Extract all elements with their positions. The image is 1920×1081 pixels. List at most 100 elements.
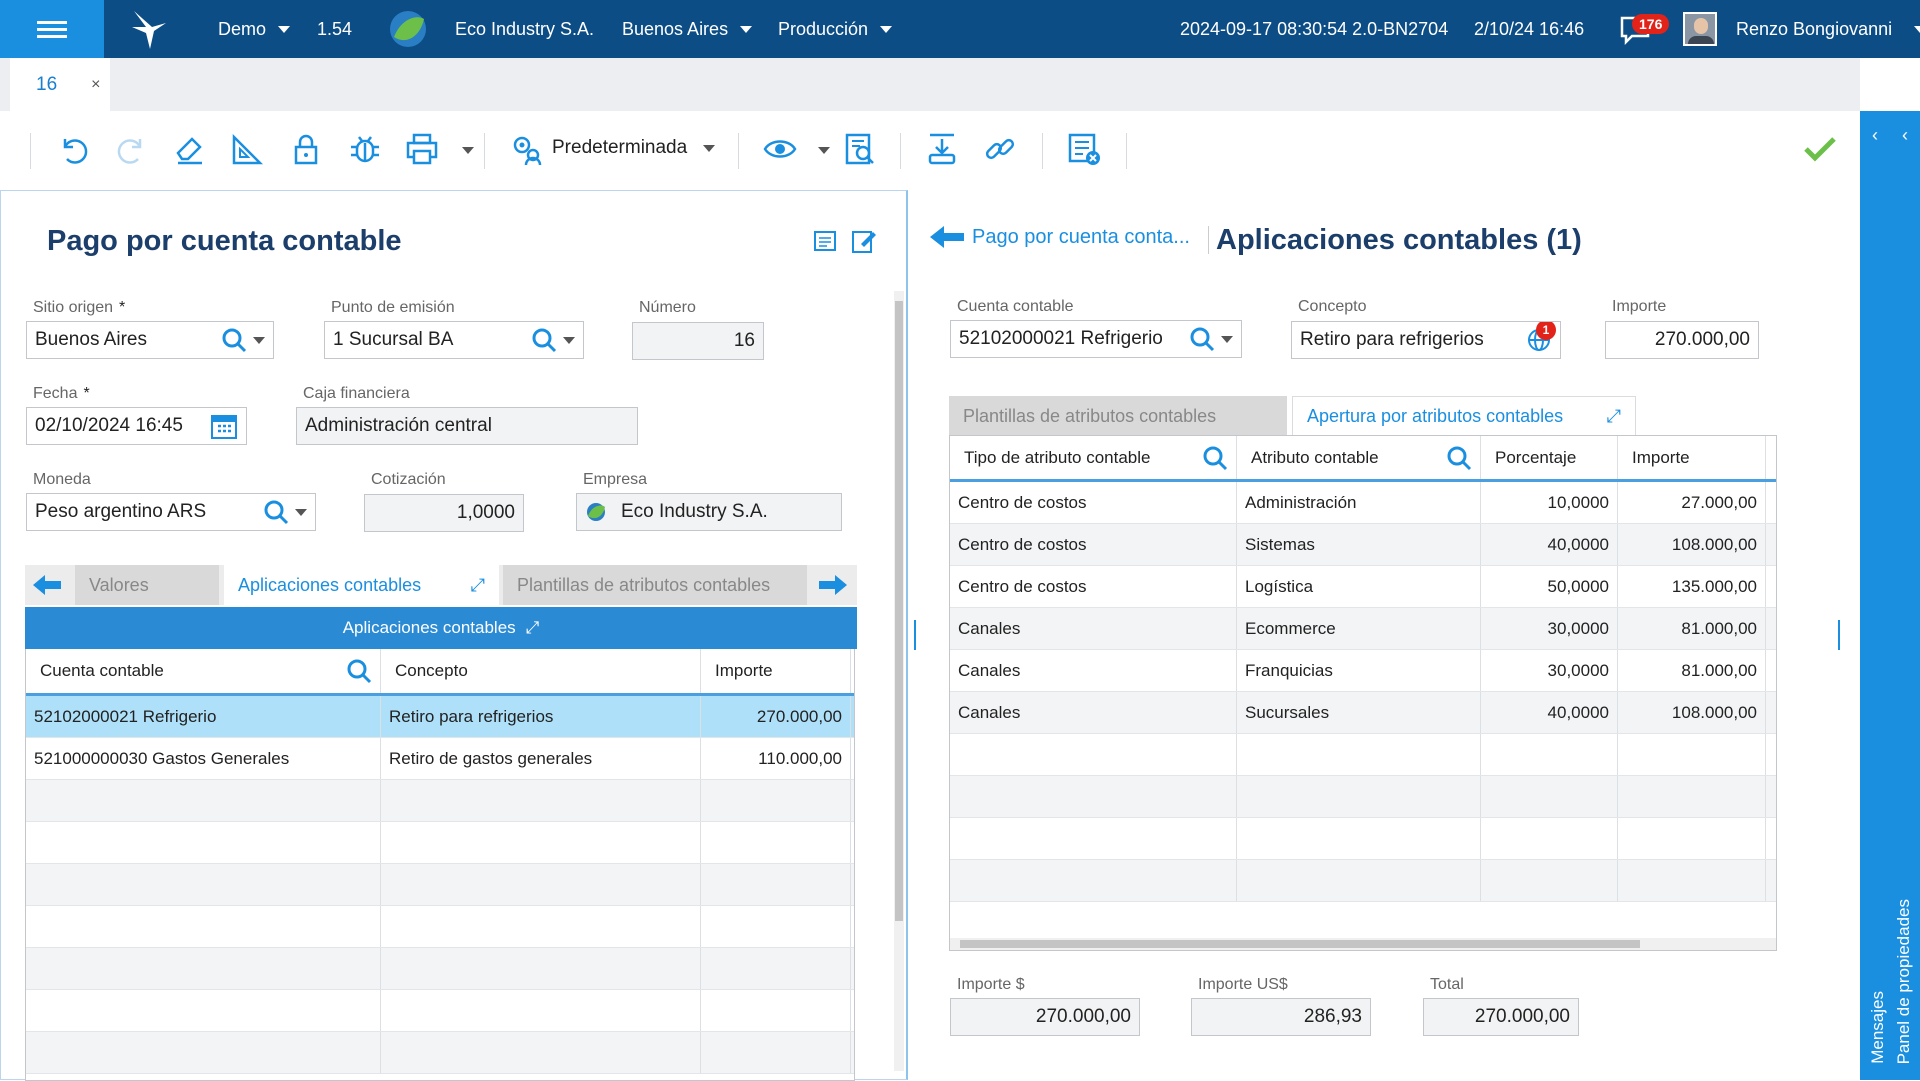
notifications-button[interactable]: 176 bbox=[1618, 0, 1670, 58]
empty-row bbox=[26, 864, 854, 906]
cell-porcentaje: 10,0000 bbox=[1481, 482, 1618, 523]
column-header-importe[interactable]: Importe bbox=[701, 649, 851, 693]
city-selector[interactable]: Buenos Aires bbox=[622, 0, 753, 58]
env-selector[interactable]: Demo bbox=[218, 0, 291, 58]
scrollbar-thumb[interactable] bbox=[960, 940, 1640, 948]
concepto-field[interactable]: Retiro para refrigerios 1 bbox=[1291, 321, 1561, 359]
empty-row bbox=[26, 1032, 854, 1074]
cell-concepto: Retiro de gastos generales bbox=[381, 738, 701, 779]
chevron-down-icon bbox=[740, 25, 753, 33]
checkmark-icon[interactable] bbox=[1800, 129, 1840, 169]
sidebar-toggle[interactable]: ‹ ‹ bbox=[1860, 111, 1920, 159]
cell-porcentaje: 40,0000 bbox=[1481, 524, 1618, 565]
scrollbar[interactable] bbox=[894, 291, 904, 1071]
hamburger-menu-button[interactable] bbox=[0, 0, 104, 58]
calendar-icon[interactable] bbox=[210, 412, 238, 440]
company-selector[interactable]: Eco Industry S.A. bbox=[455, 0, 594, 58]
table-row[interactable]: 52102000021 Refrigerio Retiro para refri… bbox=[26, 696, 854, 738]
moneda-field[interactable]: Peso argentino ARS bbox=[26, 493, 316, 531]
eye-icon[interactable] bbox=[760, 129, 800, 169]
scrollbar-thumb[interactable] bbox=[895, 301, 903, 921]
edit-form-icon[interactable] bbox=[813, 228, 839, 259]
column-header-concepto[interactable]: Concepto bbox=[381, 649, 701, 693]
tab-plantillas-atributos[interactable]: Plantillas de atributos contables bbox=[949, 396, 1287, 436]
undo-icon[interactable] bbox=[53, 129, 93, 169]
tab-plantillas-atributos[interactable]: Plantillas de atributos contables bbox=[503, 565, 807, 605]
column-header-porcentaje[interactable]: Porcentaje bbox=[1481, 436, 1618, 479]
expand-icon[interactable]: ⤢ bbox=[1607, 406, 1621, 427]
search-icon[interactable] bbox=[1446, 445, 1472, 471]
chevron-down-icon[interactable] bbox=[1221, 335, 1233, 343]
splitter-handle[interactable] bbox=[1838, 620, 1840, 650]
app-logo-icon[interactable] bbox=[130, 0, 170, 58]
tab-valores[interactable]: Valores bbox=[75, 565, 219, 605]
table-row[interactable]: Canales Ecommerce 30,0000 81.000,00 bbox=[950, 608, 1776, 650]
chevron-left-icon[interactable]: ‹ bbox=[1872, 125, 1878, 146]
punto-emision-field[interactable]: 1 Sucursal BA bbox=[324, 321, 584, 359]
expand-icon[interactable]: ⤢ bbox=[471, 575, 485, 596]
properties-sidebar[interactable]: Mensajes Panel de propiedades bbox=[1860, 111, 1920, 1080]
column-header-cuenta[interactable]: Cuenta contable bbox=[26, 649, 381, 693]
view-selector[interactable]: Predeterminada bbox=[552, 137, 716, 159]
ruler-icon[interactable] bbox=[228, 129, 268, 169]
search-icon[interactable] bbox=[221, 327, 247, 353]
lock-icon[interactable] bbox=[286, 129, 326, 169]
clear-list-icon[interactable] bbox=[1064, 129, 1104, 169]
back-link[interactable]: Pago por cuenta conta... bbox=[928, 224, 1190, 250]
eraser-icon[interactable] bbox=[170, 129, 210, 169]
search-icon[interactable] bbox=[1189, 326, 1215, 352]
build-info: 2024-09-17 08:30:54 2.0-BN2704 bbox=[1180, 18, 1449, 39]
table-row[interactable]: Centro de costos Administración 10,0000 27.… bbox=[950, 482, 1776, 524]
expand-icon[interactable]: ⤢ bbox=[526, 618, 540, 638]
chevron-down-icon[interactable] bbox=[295, 508, 307, 516]
caja-financiera-label: Caja financiera bbox=[303, 385, 410, 402]
chevron-down-icon[interactable] bbox=[462, 147, 474, 154]
tab-document-16[interactable]: 16 × bbox=[10, 58, 110, 111]
column-header-tipo-atributo[interactable]: Tipo de atributo contable bbox=[950, 436, 1237, 479]
tab-apertura-atributos[interactable]: Apertura por atributos contables ⤢ bbox=[1292, 396, 1636, 436]
fecha-field[interactable]: 02/10/2024 16:45 bbox=[26, 407, 247, 445]
download-icon[interactable] bbox=[922, 129, 962, 169]
chevron-left-icon[interactable]: ‹ bbox=[1902, 125, 1908, 146]
search-icon[interactable] bbox=[531, 327, 557, 353]
panel-propiedades-tab[interactable]: Panel de propiedades bbox=[1894, 899, 1914, 1064]
close-icon[interactable]: × bbox=[91, 76, 100, 94]
link-icon[interactable] bbox=[980, 129, 1020, 169]
search-icon[interactable] bbox=[346, 658, 372, 684]
search-document-icon[interactable] bbox=[840, 129, 880, 169]
arrow-left-icon[interactable] bbox=[31, 573, 63, 602]
left-panel: Pago por cuenta contable Sitio origen * B… bbox=[0, 190, 908, 1081]
chevron-down-icon[interactable] bbox=[563, 336, 575, 344]
bug-icon[interactable] bbox=[345, 129, 385, 169]
table-row[interactable]: Canales Franquicias 30,0000 81.000,00 bbox=[950, 650, 1776, 692]
column-header-atributo[interactable]: Atributo contable bbox=[1237, 436, 1481, 479]
table-row[interactable]: 521000000030 Gastos Generales Retiro de … bbox=[26, 738, 854, 780]
horizontal-scrollbar[interactable] bbox=[950, 938, 1776, 950]
tab-aplicaciones-contables[interactable]: Aplicaciones contables ⤢ bbox=[224, 565, 499, 605]
edit-notes-icon[interactable] bbox=[851, 228, 877, 259]
arrow-right-icon[interactable] bbox=[817, 573, 849, 602]
user-menu[interactable]: Renzo Bongiovanni bbox=[1736, 0, 1920, 58]
cell-cuenta: 521000000030 Gastos Generales bbox=[26, 738, 381, 779]
avatar[interactable] bbox=[1683, 0, 1717, 58]
mensajes-tab[interactable]: Mensajes bbox=[1868, 991, 1888, 1064]
table-row[interactable]: Centro de costos Logística 50,0000 135.000,… bbox=[950, 566, 1776, 608]
settings-user-icon[interactable] bbox=[506, 129, 546, 169]
chevron-down-icon[interactable] bbox=[253, 336, 265, 344]
search-icon[interactable] bbox=[263, 499, 289, 525]
splitter-handle[interactable] bbox=[914, 620, 916, 650]
punto-emision-label: Punto de emisión bbox=[331, 299, 455, 316]
chevron-down-icon[interactable] bbox=[818, 147, 830, 154]
print-icon[interactable] bbox=[402, 129, 442, 169]
cell-atributo: Franquicias bbox=[1237, 650, 1481, 691]
sitio-origen-field[interactable]: Buenos Aires bbox=[26, 321, 274, 359]
table-row[interactable]: Centro de costos Sistemas 40,0000 108.000,0… bbox=[950, 524, 1776, 566]
importe-field[interactable]: 270.000,00 bbox=[1605, 321, 1759, 359]
cell-tipo: Canales bbox=[950, 608, 1237, 649]
redo-icon[interactable] bbox=[112, 129, 152, 169]
search-icon[interactable] bbox=[1202, 445, 1228, 471]
mode-selector[interactable]: Producción bbox=[778, 0, 893, 58]
column-header-importe[interactable]: Importe bbox=[1618, 436, 1766, 479]
table-row[interactable]: Canales Sucursales 40,0000 108.000,00 bbox=[950, 692, 1776, 734]
cuenta-contable-field[interactable]: 52102000021 Refrigerio bbox=[950, 320, 1242, 358]
